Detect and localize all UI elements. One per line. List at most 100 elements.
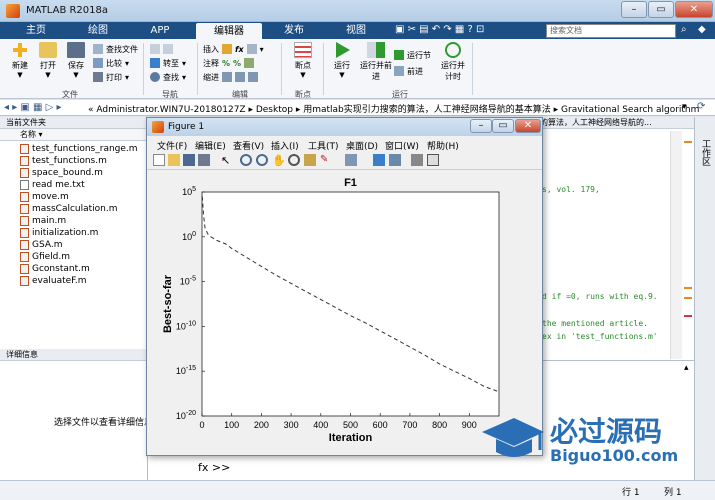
show-plot-tools-icon[interactable]	[427, 154, 439, 166]
menu-file[interactable]: 文件(F)	[157, 139, 187, 152]
file-item[interactable]: evaluateF.m	[0, 275, 147, 287]
menu-window[interactable]: 窗口(W)	[385, 139, 419, 152]
save-figure-icon[interactable]	[183, 154, 195, 166]
file-name: massCalculation.m	[32, 204, 118, 214]
tab-view[interactable]: 视图	[326, 22, 386, 39]
figure-minimize-button[interactable]: –	[470, 119, 492, 133]
file-item[interactable]: test_functions_range.m	[0, 143, 147, 155]
file-name: evaluateF.m	[32, 276, 87, 286]
print-button[interactable]: 打印 ▾	[93, 71, 138, 83]
file-item[interactable]: Gconstant.m	[0, 263, 147, 275]
file-item[interactable]: initialization.m	[0, 227, 147, 239]
legend-icon[interactable]	[389, 154, 401, 166]
file-item[interactable]: test_functions.m	[0, 155, 147, 167]
tab-publish[interactable]: 发布	[264, 22, 324, 39]
menu-edit[interactable]: 编辑(E)	[195, 139, 226, 152]
open-button[interactable]: 打开 ▼	[34, 42, 62, 79]
status-line: 行 1	[622, 488, 640, 498]
file-item[interactable]: read me.txt	[0, 179, 147, 191]
file-item[interactable]: GSA.m	[0, 239, 147, 251]
workspace-label: 工作区	[700, 139, 710, 166]
quick-access-toolbar[interactable]: ▣ ✂ ▤ ↶ ↷ ▦ ? ⊡	[395, 24, 484, 35]
new-button[interactable]: 新建 ▼	[6, 42, 34, 79]
editor-scrollbar[interactable]	[670, 131, 682, 359]
figure-window[interactable]: Figure 1 – ▭ ✕ 文件(F) 编辑(E) 查看(V) 插入(I) 工…	[146, 117, 543, 456]
tab-plots[interactable]: 绘图	[68, 22, 128, 39]
colorbar-icon[interactable]	[373, 154, 385, 166]
insert-button[interactable]: 插入 fx ▾	[203, 43, 264, 55]
new-figure-icon[interactable]	[153, 154, 165, 166]
editor-tab[interactable]: 的算法，人工神经网络导航的...	[538, 117, 694, 129]
compare-button[interactable]: 比较 ▾	[93, 57, 138, 69]
find-files-button[interactable]: 查找文件	[93, 43, 138, 55]
figure-close-button[interactable]: ✕	[515, 119, 541, 133]
close-button[interactable]: ✕	[675, 1, 713, 18]
column-header-name[interactable]: 名称 ▾	[0, 129, 147, 141]
zoom-out-icon[interactable]	[256, 154, 268, 166]
print-figure-icon[interactable]	[198, 154, 210, 166]
x-tick-label: 700	[402, 420, 417, 430]
run-section-button[interactable]: 运行节	[394, 49, 431, 61]
menu-tools[interactable]: 工具(T)	[308, 139, 339, 152]
save-button[interactable]: 保存 ▼	[62, 42, 90, 79]
menu-insert[interactable]: 插入(I)	[271, 139, 299, 152]
breadcrumb-segment[interactable]: Administrator.WIN7U-20180127Z	[96, 105, 245, 115]
find-button[interactable]: 查找 ▾	[150, 71, 186, 83]
rotate-3d-icon[interactable]	[288, 154, 300, 166]
data-cursor-icon[interactable]	[304, 154, 316, 166]
tab-apps[interactable]: APP	[130, 22, 190, 39]
plot-area	[201, 191, 500, 417]
breadcrumb-segment[interactable]: Desktop	[256, 105, 293, 115]
goto-button[interactable]: 转至 ▾	[150, 57, 186, 69]
breadcrumb-segment[interactable]: 用matlab实现引力搜索的算法，人工神经网络导航的基本算法	[303, 105, 551, 115]
file-name: test_functions.m	[32, 156, 107, 166]
advance-button[interactable]: 前进	[394, 65, 431, 77]
warning-marker[interactable]	[684, 297, 692, 299]
file-item[interactable]: move.m	[0, 191, 147, 203]
pan-hand-icon[interactable]: ✋	[272, 154, 286, 167]
error-marker[interactable]	[684, 315, 692, 317]
menu-desktop[interactable]: 桌面(D)	[346, 139, 378, 152]
file-item[interactable]: massCalculation.m	[0, 203, 147, 215]
m-file-icon	[20, 240, 29, 250]
figure-maximize-button[interactable]: ▭	[492, 119, 514, 133]
file-item[interactable]: main.m	[0, 215, 147, 227]
back-forward-buttons[interactable]	[150, 43, 186, 55]
comment-button[interactable]: 注释%%	[203, 57, 264, 69]
file-item[interactable]: Gfield.m	[0, 251, 147, 263]
current-folder-panel: 当前文件夹 名称 ▾ test_functions_range.m test_fu…	[0, 117, 153, 490]
menu-help[interactable]: 帮助(H)	[427, 139, 459, 152]
run-and-advance-button[interactable]: 运行并前进	[360, 42, 392, 82]
scroll-up-icon[interactable]: ▴	[684, 363, 689, 373]
notifications-icon[interactable]: ◆	[698, 24, 712, 38]
editor-area[interactable]: 的算法，人工神经网络导航的... s, vol. 179, d if =0, r…	[538, 117, 694, 360]
tab-home[interactable]: 主页	[6, 22, 66, 39]
breakpoints-button[interactable]: 断点 ▼	[289, 42, 317, 79]
y-axis-label: Best-so-far	[162, 274, 174, 333]
address-bar[interactable]: ◂ ▸ ▣ ▦ ▷ ▸ « Administrator.WIN7U-201801…	[0, 100, 715, 116]
ribbon-toolbar: 新建 ▼ 打开 ▼ 保存 ▼ 查找文件 比较 ▾ 打印 ▾ 文件 转至 ▾ 查找 ▾ …	[0, 39, 715, 99]
address-dropdown-icon[interactable]: ▾	[682, 102, 687, 112]
tab-editor[interactable]: 编辑器	[196, 23, 262, 39]
pointer-icon[interactable]: ↖	[221, 154, 233, 167]
indent-button[interactable]: 缩进	[203, 71, 264, 83]
brush-icon[interactable]: ✎	[320, 154, 332, 166]
browse-folder-icon[interactable]: ⟳	[697, 101, 705, 112]
breadcrumb-segment[interactable]: Gravitational Search algorithm	[561, 105, 699, 115]
maximize-button[interactable]: ▭	[648, 1, 674, 18]
warning-marker[interactable]	[684, 141, 692, 143]
workspace-side-tab[interactable]: 工作区	[694, 117, 715, 490]
nav-arrows-icon[interactable]: ◂ ▸ ▣ ▦ ▷ ▸	[4, 102, 62, 113]
file-item[interactable]: space_bound.m	[0, 167, 147, 179]
warning-marker[interactable]	[684, 287, 692, 289]
open-file-icon[interactable]	[168, 154, 180, 166]
search-input[interactable]: 搜索文档	[546, 24, 676, 38]
menu-view[interactable]: 查看(V)	[233, 139, 264, 152]
minimize-button[interactable]: –	[621, 1, 647, 18]
run-and-time-button[interactable]: 运行并计时	[438, 42, 468, 82]
zoom-in-icon[interactable]	[240, 154, 252, 166]
search-icon[interactable]: ⌕	[681, 24, 695, 38]
run-button[interactable]: 运行 ▼	[328, 42, 356, 79]
link-plot-icon[interactable]	[345, 154, 357, 166]
hide-plot-tools-icon[interactable]	[411, 154, 423, 166]
